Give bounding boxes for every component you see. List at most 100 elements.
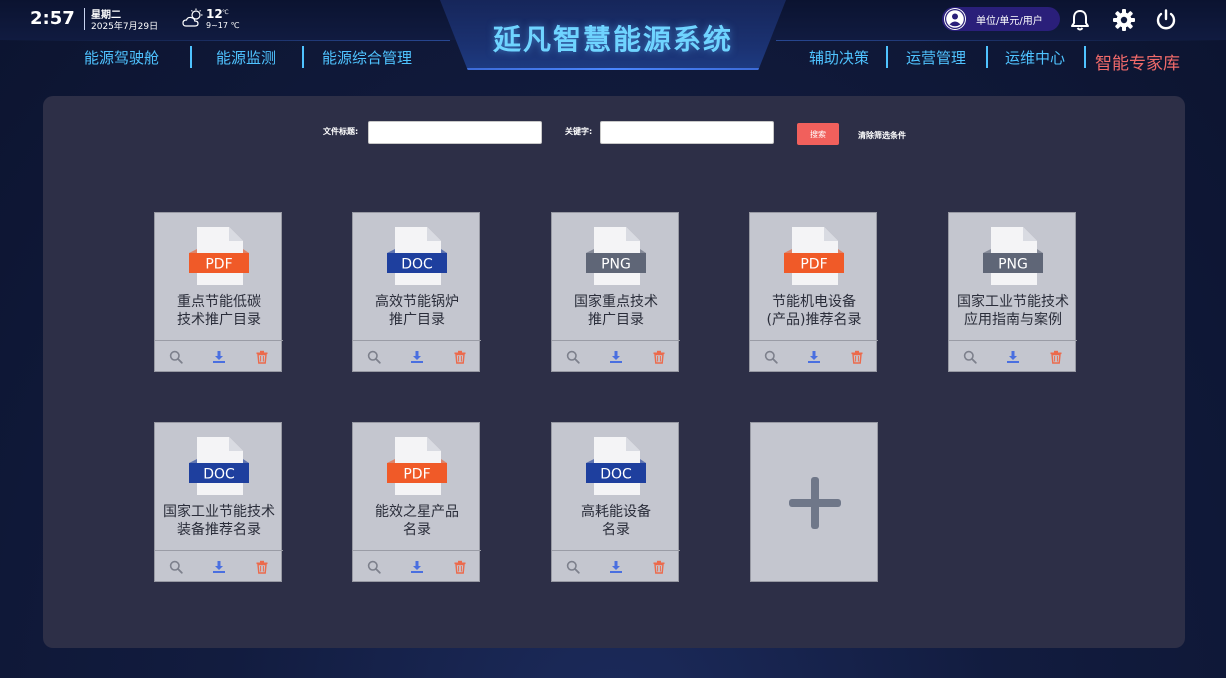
trash-icon — [454, 350, 466, 364]
file-title: 重点节能低碳 技术推广目录 — [155, 293, 283, 329]
top-header: 延凡智慧能源系统 2:57 星期二 2025年7月29日 12 ℃ 9~17 ℃… — [0, 0, 1226, 80]
bell-icon[interactable] — [1068, 8, 1092, 32]
download-button[interactable] — [211, 559, 227, 575]
temperature: 12 — [206, 7, 223, 21]
delete-button[interactable] — [651, 559, 667, 575]
keyword-label: 关键字: — [565, 127, 593, 136]
magnifier-icon — [368, 350, 382, 364]
file-title-line: 国家工业节能技术 — [957, 294, 1069, 310]
nav-energy-monitoring[interactable]: 能源监测 — [216, 47, 276, 68]
preview-button[interactable] — [763, 349, 779, 365]
trash-icon — [653, 350, 665, 364]
file-title-input[interactable] — [368, 121, 542, 144]
pdf-file-icon: PDF — [784, 227, 844, 285]
file-card[interactable]: PDF 节能机电设备 (产品)推荐名录 — [749, 212, 878, 372]
file-title-line: 国家工业节能技术 — [163, 504, 275, 520]
file-title: 节能机电设备 (产品)推荐名录 — [750, 293, 878, 329]
file-title-line: 重点节能低碳 — [177, 294, 261, 310]
download-button[interactable] — [1005, 349, 1021, 365]
search-button[interactable]: 搜索 — [797, 123, 839, 145]
nav-decision-support[interactable]: 辅助决策 — [809, 47, 869, 68]
keyword-input[interactable] — [600, 121, 774, 144]
preview-button[interactable] — [366, 559, 382, 575]
nav-operations[interactable]: 运营管理 — [906, 47, 966, 68]
delete-button[interactable] — [651, 349, 667, 365]
trash-icon — [454, 560, 466, 574]
trash-icon — [851, 350, 863, 364]
preview-button[interactable] — [565, 349, 581, 365]
gear-icon[interactable] — [1112, 8, 1136, 32]
file-card[interactable]: DOC 高效节能锅炉 推广目录 — [352, 212, 481, 372]
file-card[interactable]: DOC 高耗能设备 名录 — [551, 422, 680, 582]
file-card[interactable]: PNG 国家工业节能技术 应用指南与案例 — [948, 212, 1077, 372]
magnifier-icon — [964, 350, 978, 364]
nav-separator — [190, 46, 192, 68]
file-actions — [353, 340, 481, 372]
delete-button[interactable] — [254, 349, 270, 365]
file-card[interactable]: PDF 能效之星产品 名录 — [352, 422, 481, 582]
file-actions — [353, 550, 481, 582]
file-actions — [552, 550, 680, 582]
delete-button[interactable] — [254, 559, 270, 575]
delete-button[interactable] — [452, 349, 468, 365]
preview-button[interactable] — [168, 349, 184, 365]
preview-button[interactable] — [168, 559, 184, 575]
download-button[interactable] — [608, 559, 624, 575]
file-title-line: 国家重点技术 — [574, 294, 658, 310]
download-button[interactable] — [409, 559, 425, 575]
file-card[interactable]: PNG 国家重点技术 推广目录 — [551, 212, 680, 372]
nav-energy-cockpit[interactable]: 能源驾驶舱 — [84, 47, 159, 68]
clock: 2:57 — [30, 8, 75, 29]
power-icon[interactable] — [1154, 8, 1178, 32]
file-title-line: 高耗能设备 — [581, 504, 651, 520]
download-button[interactable] — [211, 349, 227, 365]
file-title-line: 技术推广目录 — [177, 312, 261, 328]
clear-filters-link[interactable]: 清除筛选条件 — [858, 130, 906, 141]
magnifier-icon — [765, 350, 779, 364]
file-title-line: (产品)推荐名录 — [766, 312, 862, 328]
download-button[interactable] — [608, 349, 624, 365]
temperature-range: 9~17 ℃ — [206, 21, 240, 30]
preview-button[interactable] — [366, 349, 382, 365]
download-icon — [1006, 350, 1019, 363]
download-icon — [212, 560, 225, 573]
user-menu[interactable]: 单位/单元/用户 — [942, 7, 1060, 31]
header-divider-left — [0, 40, 450, 41]
file-title-line: 节能机电设备 — [772, 294, 856, 310]
file-title: 国家工业节能技术 装备推荐名录 — [155, 503, 283, 539]
file-actions — [155, 340, 283, 372]
add-file-button[interactable] — [750, 422, 878, 582]
temperature-unit: ℃ — [222, 9, 229, 16]
preview-button[interactable] — [565, 559, 581, 575]
download-icon — [609, 350, 622, 363]
app-title: 延凡智慧能源系统 — [492, 23, 733, 56]
delete-button[interactable] — [1048, 349, 1064, 365]
magnifier-icon — [368, 560, 382, 574]
download-icon — [410, 350, 423, 363]
file-title: 高效节能锅炉 推广目录 — [353, 293, 481, 329]
file-card[interactable]: PDF 重点节能低碳 技术推广目录 — [154, 212, 283, 372]
doc-file-icon: DOC — [586, 437, 646, 495]
download-icon — [609, 560, 622, 573]
date: 2025年7月29日 — [91, 22, 159, 32]
file-type-label: PDF — [800, 257, 827, 273]
trash-icon — [256, 350, 268, 364]
nav-maintenance-center[interactable]: 运维中心 — [1005, 47, 1065, 68]
file-title-label: 文件标题: — [323, 127, 359, 136]
nav-energy-management[interactable]: 能源综合管理 — [322, 47, 412, 68]
nav-expert-library[interactable]: 智能专家库 — [1095, 49, 1180, 74]
file-card[interactable]: DOC 国家工业节能技术 装备推荐名录 — [154, 422, 283, 582]
file-title-line: 推广目录 — [588, 312, 644, 328]
file-title: 能效之星产品 名录 — [353, 503, 481, 539]
download-button[interactable] — [806, 349, 822, 365]
file-title-line: 装备推荐名录 — [177, 522, 261, 538]
delete-button[interactable] — [849, 349, 865, 365]
preview-button[interactable] — [962, 349, 978, 365]
file-title-line: 高效节能锅炉 — [375, 294, 459, 310]
file-actions — [155, 550, 283, 582]
magnifier-icon — [170, 560, 184, 574]
download-button[interactable] — [409, 349, 425, 365]
delete-button[interactable] — [452, 559, 468, 575]
download-icon — [410, 560, 423, 573]
trash-icon — [1050, 350, 1062, 364]
